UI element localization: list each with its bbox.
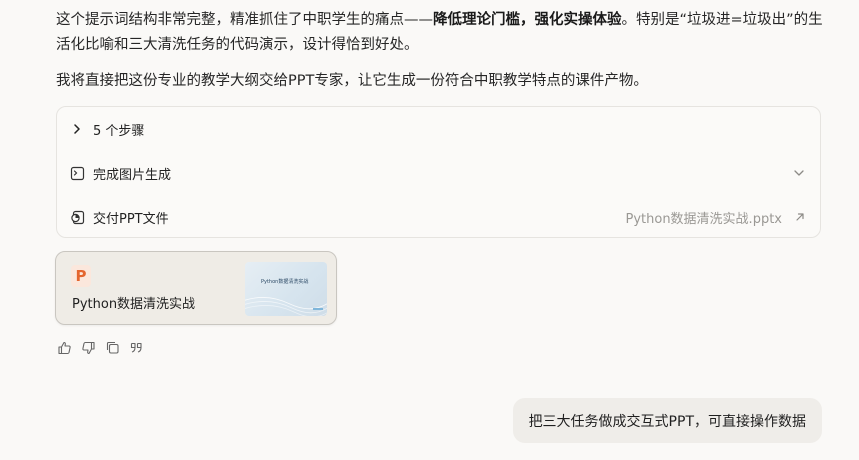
presentation-file-icon (69, 209, 85, 225)
step-deliver-label: 交付PPT文件 (93, 211, 169, 227)
steps-toggle-label: 5 个步骤 (93, 123, 145, 139)
message-actions (56, 339, 144, 355)
step-deliver-ppt[interactable]: 交付PPT文件 Python数据清洗实战.pptx (57, 195, 820, 239)
thumbnail-title: Python数据清洗实战 (261, 279, 309, 285)
terminal-icon (69, 165, 85, 181)
external-link-icon[interactable] (794, 211, 806, 223)
step-image-label: 完成图片生成 (93, 167, 172, 183)
slide-thumbnail: Python数据清洗实战 (245, 262, 327, 316)
thumbs-down-icon[interactable] (80, 339, 96, 355)
paragraph-text: 这个提示词结构非常完整，精准抓住了中职学生的痛点—— (56, 12, 433, 28)
assistant-paragraph-2: 我将直接把这份专业的教学大纲交给PPT专家，让它生成一份符合中职教学特点的课件产… (56, 73, 648, 89)
paragraph-bold-text: 降低理论门槛，强化实操体验 (433, 12, 622, 28)
steps-toggle[interactable]: 5 个步骤 (57, 107, 820, 151)
file-card-title: Python数据清洗实战 (72, 297, 196, 312)
ppt-file-card[interactable]: P Python数据清洗实战 Python数据清洗实战 (55, 251, 337, 325)
ppt-file-icon: P (71, 265, 91, 287)
step-image-generation[interactable]: 完成图片生成 (57, 151, 820, 195)
steps-panel: 5 个步骤 完成图片生成 交付PPT文件 Python数据清洗实战.pptx (56, 106, 821, 238)
chevron-down-icon[interactable] (792, 166, 806, 180)
chevron-right-icon (69, 121, 85, 137)
deliver-filename-link[interactable]: Python数据清洗实战.pptx (626, 208, 783, 227)
assistant-paragraph-1: 这个提示词结构非常完整，精准抓住了中职学生的痛点——降低理论门槛，强化实操体验。… (56, 8, 826, 58)
copy-icon[interactable] (104, 339, 120, 355)
thumbs-up-icon[interactable] (56, 339, 72, 355)
quote-icon[interactable] (128, 339, 144, 355)
user-message-bubble: 把三大任务做成交互式PPT，可直接操作数据 (512, 398, 822, 443)
